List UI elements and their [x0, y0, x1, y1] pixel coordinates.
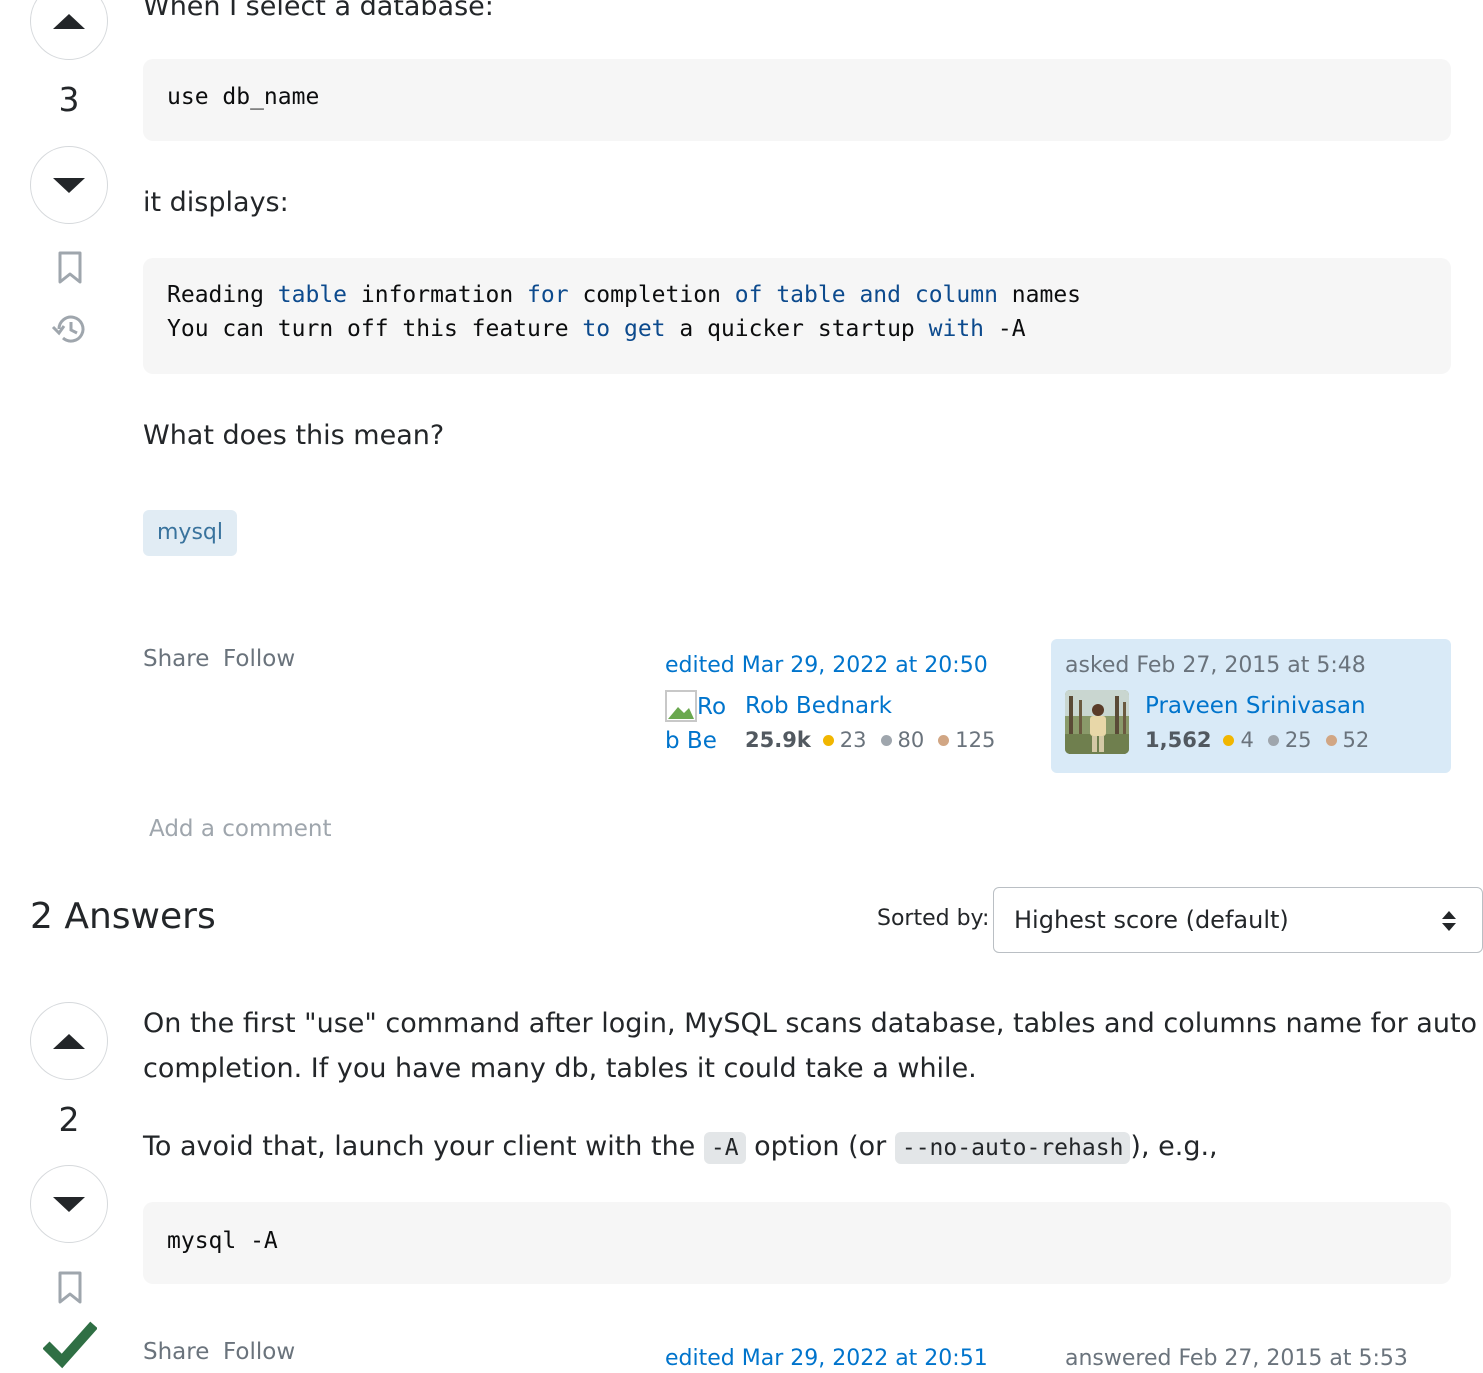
answer-paragraph-1-line-2: completion. If you have many db, tables … [143, 1053, 977, 1084]
question-upvote-button[interactable] [30, 0, 108, 60]
reputation-score: 25.9k [745, 728, 811, 752]
code-keyword: table [776, 282, 846, 308]
bronze-badge-count: 125 [955, 728, 996, 752]
answer-text-segment: ), e.g., [1130, 1131, 1218, 1162]
answers-count-heading: 2 Answers [30, 896, 216, 937]
code-text: -A [984, 316, 1026, 342]
editor-name-link[interactable]: Rob Bednark [745, 693, 892, 719]
arrow-down-icon [53, 177, 85, 193]
gold-badge-icon [822, 734, 834, 746]
answer-downvote-button[interactable] [30, 1165, 108, 1243]
code-text: completion [568, 282, 735, 308]
code-keyword: column [914, 282, 998, 308]
sort-select-value: Highest score (default) [1014, 906, 1289, 934]
answer-paragraph-2: To avoid that, launch your client with t… [143, 1124, 1218, 1171]
code-keyword: get [623, 316, 666, 342]
editor-avatar-broken[interactable]: Rob Bednark [665, 690, 731, 756]
bookmark-icon[interactable] [55, 250, 85, 286]
code-text: a quicker startup [665, 316, 929, 342]
sorted-by-label: Sorted by: [877, 906, 990, 931]
inline-code-A: -A [703, 1132, 746, 1164]
code-keyword: table [277, 282, 348, 308]
code-keyword: to [582, 316, 611, 342]
add-comment-link[interactable]: Add a comment [149, 816, 332, 842]
arrow-up-icon [53, 1033, 85, 1049]
answer-text-segment: To avoid that, launch your client with t… [143, 1131, 704, 1162]
accepted-checkmark-icon [42, 1318, 98, 1370]
gold-badge-count: 4 [1240, 728, 1254, 752]
owner-name-link[interactable]: Praveen Srinivasan [1145, 693, 1366, 719]
answer-upvote-button[interactable] [30, 1002, 108, 1080]
code-keyword: and [859, 282, 901, 308]
bookmark-icon[interactable] [55, 1270, 85, 1306]
code-block-mysql: mysql -A [143, 1202, 1451, 1284]
code-line: mysql -A [167, 1228, 278, 1254]
gold-badge-count: 23 [839, 728, 867, 752]
editor-reputation: 25.9k 23 80 125 [745, 728, 1009, 752]
answer-paragraph-1-line-1: On the first "use" command after login, … [143, 1008, 1478, 1039]
answer-share-link[interactable]: Share [143, 1339, 209, 1365]
reputation-score: 1,562 [1145, 728, 1212, 752]
displays-text: it displays: [143, 187, 289, 218]
arrow-up-icon [53, 13, 85, 29]
question-edited-link[interactable]: edited Mar 29, 2022 at 20:50 [665, 653, 988, 678]
gold-badge-icon [1223, 734, 1235, 746]
answer-score: 2 [58, 1100, 80, 1139]
share-link[interactable]: Share [143, 646, 209, 672]
tag-mysql[interactable]: mysql [143, 510, 237, 556]
bronze-badge-icon [1325, 734, 1337, 746]
question-text: What does this mean? [143, 420, 445, 451]
owner-avatar[interactable] [1065, 690, 1129, 754]
code-block-use: use db_name [143, 59, 1451, 141]
code-keyword: of [734, 282, 763, 308]
question-downvote-button[interactable] [30, 146, 108, 224]
answer-follow-link[interactable]: Follow [223, 1339, 295, 1365]
asked-time: asked Feb 27, 2015 at 5:48 [1065, 653, 1366, 678]
silver-badge-icon [880, 734, 892, 746]
owner-reputation: 1,562 4 25 52 [1145, 728, 1383, 752]
sort-select[interactable]: Highest score (default) [993, 887, 1483, 953]
arrow-down-icon [53, 1196, 85, 1212]
answer-text-segment: option (or [745, 1131, 895, 1162]
sort-arrows-icon [1442, 911, 1456, 931]
follow-link[interactable]: Follow [223, 646, 295, 672]
editor-avatar-alt-text: Rob Bednark [665, 694, 727, 754]
silver-badge-icon [1267, 734, 1279, 746]
code-text: Reading [167, 282, 278, 308]
code-text: names [997, 282, 1082, 308]
answer-edited-link[interactable]: edited Mar 29, 2022 at 20:51 [665, 1346, 988, 1371]
answered-time: answered Feb 27, 2015 at 5:53 [1065, 1346, 1408, 1371]
bronze-badge-count: 52 [1342, 728, 1370, 752]
silver-badge-count: 25 [1284, 728, 1312, 752]
code-keyword: for [527, 282, 569, 308]
question-intro-text: When I select a database: [143, 0, 494, 22]
code-text: You can turn off this feature [167, 316, 583, 342]
history-icon[interactable] [50, 310, 90, 348]
code-line: Reading table information for completion… [167, 282, 1081, 308]
question-score: 3 [58, 80, 80, 119]
bronze-badge-icon [938, 734, 950, 746]
code-line: use db_name [167, 84, 320, 110]
code-text: information [347, 282, 528, 308]
inline-code-no-auto-rehash: --no-auto-rehash [894, 1132, 1131, 1164]
code-keyword: with [928, 316, 985, 342]
code-block-output: Reading table information for completion… [143, 258, 1451, 374]
code-line: You can turn off this feature to get a q… [167, 316, 1026, 342]
silver-badge-count: 80 [897, 728, 925, 752]
